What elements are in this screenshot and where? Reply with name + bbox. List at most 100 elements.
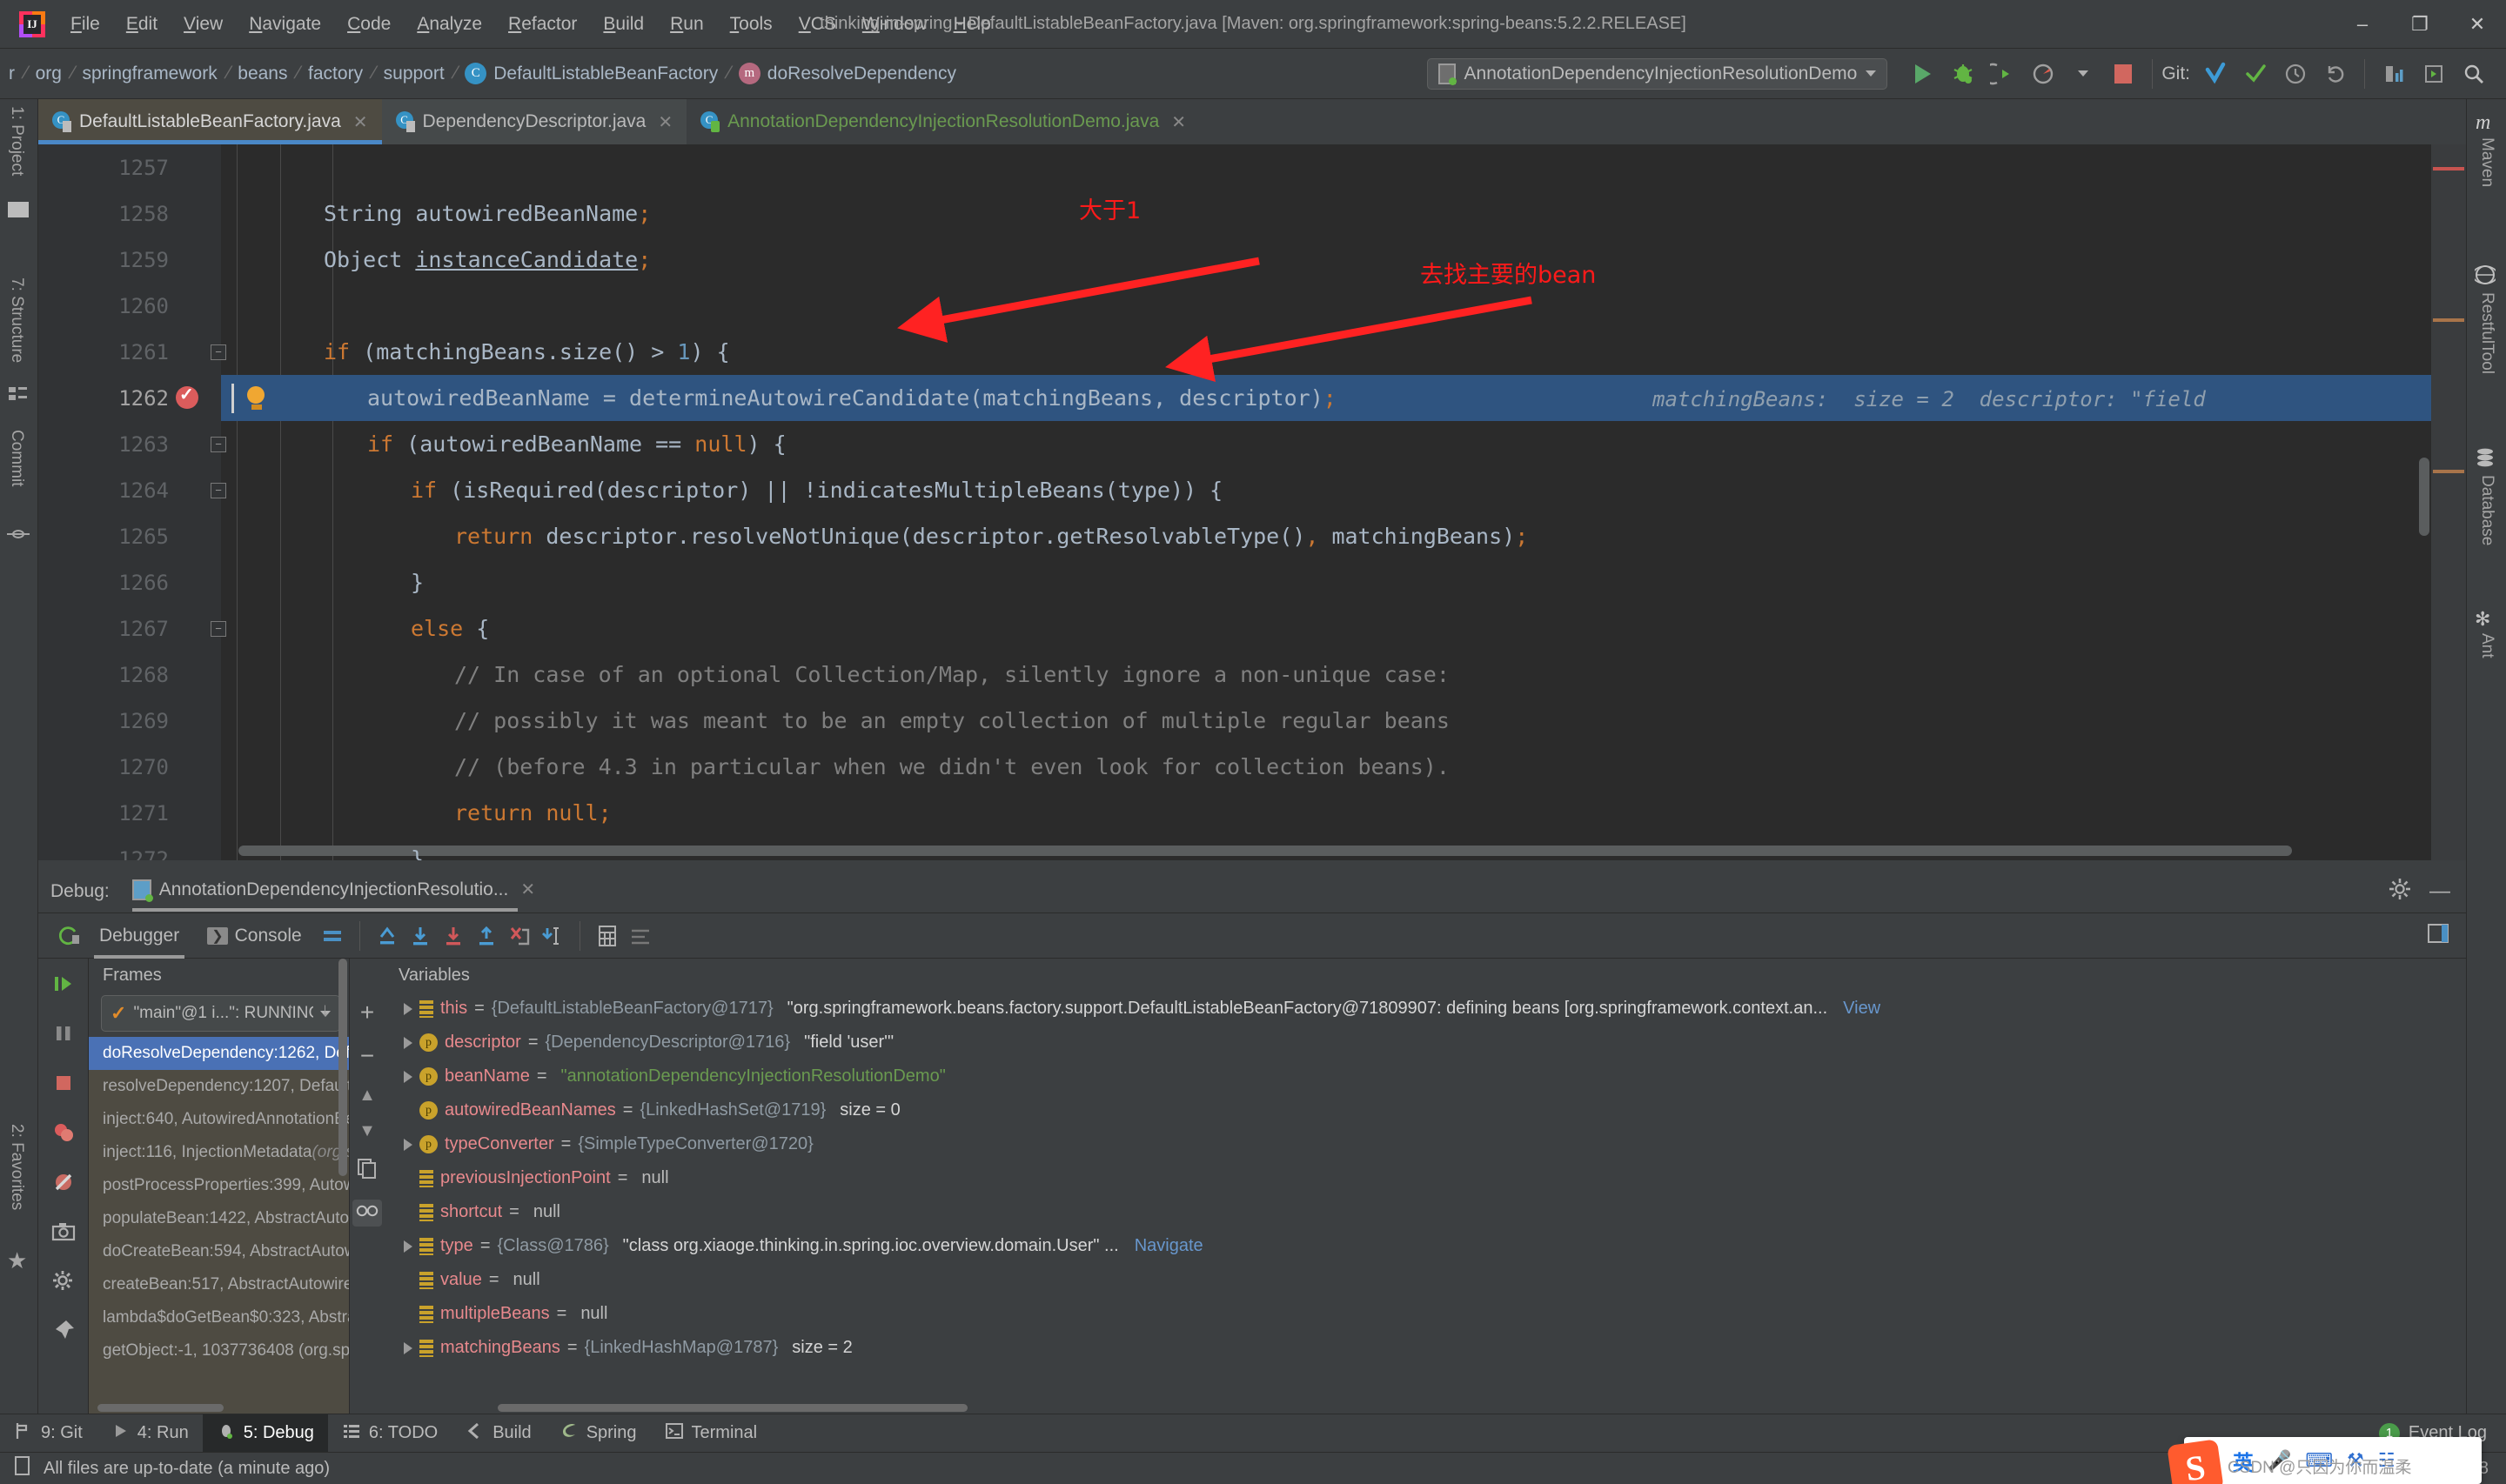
breadcrumb-item-defaultlistablebeanfactory[interactable]: C DefaultListableBeanFactory [459, 61, 723, 86]
commit-icon[interactable] [2235, 54, 2275, 94]
code-line-1257[interactable]: 1257 [38, 144, 2466, 191]
minimize-icon[interactable]: – [2334, 0, 2391, 49]
fold-collapse-icon[interactable]: − [211, 344, 226, 360]
settings-icon[interactable] [626, 921, 655, 951]
pause-program-icon[interactable] [50, 1020, 77, 1051]
watches-actions[interactable]: + − ▲ ▼ [350, 959, 385, 1414]
breadcrumb-item-factory[interactable]: factory [303, 62, 368, 86]
code-text[interactable]: else { [411, 616, 489, 641]
sidebar-item-favorites[interactable]: 2: Favorites [7, 1124, 26, 1210]
tool-window-terminal[interactable]: Terminal [651, 1414, 772, 1453]
update-project-icon[interactable] [2195, 54, 2235, 94]
history-icon[interactable] [2275, 54, 2315, 94]
variable-row[interactable]: previousInjectionPoint = null [385, 1161, 2466, 1195]
tool-window-debug[interactable]: 5: Debug [202, 1414, 328, 1453]
menu-item-navigate[interactable]: Navigate [236, 10, 334, 38]
code-text[interactable]: // (before 4.3 in particular when we did… [454, 754, 1450, 779]
run-with-coverage-button[interactable] [1983, 54, 2023, 94]
menu-item-run[interactable]: Run [657, 10, 717, 38]
expand-arrow-icon[interactable] [404, 1240, 412, 1253]
variables-horizontal-scrollbar[interactable] [498, 1404, 968, 1412]
expand-arrow-icon[interactable] [404, 1002, 412, 1015]
code-editor[interactable]: 1257 1258 String autowiredBeanName; 1259 Obj… [38, 144, 2466, 860]
maximize-icon[interactable]: ❐ [2391, 0, 2449, 49]
frame-row[interactable]: inject:640, AutowiredAnnotationBeanPostP [89, 1103, 349, 1136]
frames-vertical-scrollbar[interactable] [338, 959, 347, 1176]
variable-row[interactable]: p autowiredBeanNames = {LinkedHashSet@171… [385, 1093, 2466, 1127]
menu-item-refactor[interactable]: Refactor [495, 10, 590, 38]
frame-row[interactable]: resolveDependency:1207, DefaultListableB [89, 1070, 349, 1103]
variable-row[interactable]: type = {Class@1786} "class org.xiaoge.thi… [385, 1229, 2466, 1263]
editor-tab-1[interactable]: C DependencyDescriptor.java ✕ [381, 99, 687, 144]
variable-row[interactable]: p descriptor = {DependencyDescriptor@1716… [385, 1026, 2466, 1060]
gear-icon[interactable] [2388, 877, 2412, 906]
chevron-down-icon[interactable] [1866, 70, 1877, 77]
frame-down-icon[interactable]: ↓ [320, 999, 330, 1021]
code-text[interactable]: // possibly it was meant to be an empty … [454, 708, 1450, 733]
code-line-1269[interactable]: 1269 // possibly it was meant to be an em… [38, 698, 2466, 744]
breadcrumb-item-beans[interactable]: beans [232, 62, 292, 86]
code-text[interactable]: if (isRequired(descriptor) || !indicates… [411, 478, 1223, 503]
code-text[interactable]: if (autowiredBeanName == null) { [367, 431, 787, 457]
variable-row[interactable]: value = null [385, 1263, 2466, 1297]
code-line-1264[interactable]: 1264 − if (isRequired(descriptor) || !indi… [38, 467, 2466, 513]
drop-frame-icon[interactable] [505, 921, 534, 951]
layout-settings-icon[interactable] [318, 921, 347, 951]
menu-item-tools[interactable]: Tools [717, 10, 786, 38]
hide-icon[interactable]: — [2429, 879, 2450, 904]
window-controls[interactable]: – ❐ ✕ [2334, 0, 2506, 49]
variable-row[interactable]: this = {DefaultListableBeanFactory@1717}… [385, 992, 2466, 1026]
menu-item-build[interactable]: Build [590, 10, 657, 38]
code-text[interactable]: return descriptor.resolveNotUnique(descr… [454, 524, 1528, 549]
close-icon[interactable]: ✕ [2449, 0, 2506, 49]
profile-dropdown-icon[interactable] [2063, 54, 2103, 94]
show-execution-point-icon[interactable] [372, 921, 402, 951]
variable-row[interactable]: shortcut = null [385, 1195, 2466, 1229]
warning-marker[interactable] [2433, 318, 2464, 322]
menu-item-vcs[interactable]: VCS [786, 10, 849, 38]
menu-bar[interactable]: File Edit View Navigate Code Analyze Refactor B… [57, 10, 1004, 38]
fold-collapse-icon[interactable]: − [211, 437, 226, 452]
settings-gear-icon[interactable] [50, 1268, 77, 1299]
stop-button[interactable] [2103, 54, 2143, 94]
editor-tab-2[interactable]: C AnnotationDependencyInjectionResolution… [687, 99, 1200, 144]
resume-program-icon[interactable] [50, 971, 77, 1001]
code-line-1259[interactable]: 1259 Object instanceCandidate; [38, 237, 2466, 283]
variable-row[interactable]: matchingBeans = {LinkedHashMap@1787} size… [385, 1331, 2466, 1365]
frame-row[interactable]: doCreateBean:594, AbstractAutowireCapab [89, 1235, 349, 1268]
code-line-1258[interactable]: 1258 String autowiredBeanName; [38, 191, 2466, 237]
code-text[interactable]: } [411, 570, 424, 595]
remove-watch-icon[interactable]: − [360, 1042, 374, 1070]
code-text[interactable]: String autowiredBeanName; [324, 201, 651, 226]
expand-arrow-icon[interactable] [404, 1070, 412, 1083]
code-text[interactable]: if (matchingBeans.size() > 1) { [324, 339, 730, 364]
build-icon[interactable] [2374, 54, 2414, 94]
expand-arrow-icon[interactable] [404, 1138, 412, 1151]
frame-row[interactable]: postProcessProperties:399, AutowiredAnn [89, 1169, 349, 1202]
code-line-1270[interactable]: 1270 // (before 4.3 in particular when we… [38, 744, 2466, 790]
close-icon[interactable]: ✕ [658, 111, 673, 133]
pin-icon[interactable] [50, 1318, 77, 1348]
menu-item-view[interactable]: View [171, 10, 236, 38]
debugger-toolbar[interactable]: Debugger ❯ Console [38, 913, 2466, 959]
tool-window-build[interactable]: Build [452, 1414, 545, 1453]
step-into-icon[interactable] [439, 921, 468, 951]
error-marker[interactable] [2433, 167, 2464, 170]
code-text[interactable]: return null; [454, 800, 612, 826]
copy-icon[interactable] [356, 1157, 379, 1184]
menu-item-edit[interactable]: Edit [113, 10, 171, 38]
close-icon[interactable]: ✕ [520, 879, 535, 900]
tab-console[interactable]: ❯ Console [195, 920, 313, 952]
tool-window-git[interactable]: 9: Git [0, 1414, 97, 1453]
code-line-1267[interactable]: 1267 − else { [38, 605, 2466, 652]
expand-arrow-icon[interactable] [404, 1036, 412, 1049]
tool-window-bar[interactable]: 9: Git 4: Run 5: Debug 6: TODO Build Spring Te… [0, 1414, 2506, 1453]
breadcrumb-item-springframework[interactable]: springframework [77, 62, 222, 86]
menu-item-analyze[interactable]: Analyze [404, 10, 495, 38]
variable-row[interactable]: multipleBeans = null [385, 1297, 2466, 1331]
expand-arrow-icon[interactable] [404, 1341, 412, 1354]
menu-item-code[interactable]: Code [334, 10, 404, 38]
run-button[interactable] [1903, 54, 1943, 94]
code-line-1265[interactable]: 1265 return descriptor.resolveNotUnique(d… [38, 513, 2466, 559]
intention-bulb-icon[interactable] [247, 386, 266, 411]
